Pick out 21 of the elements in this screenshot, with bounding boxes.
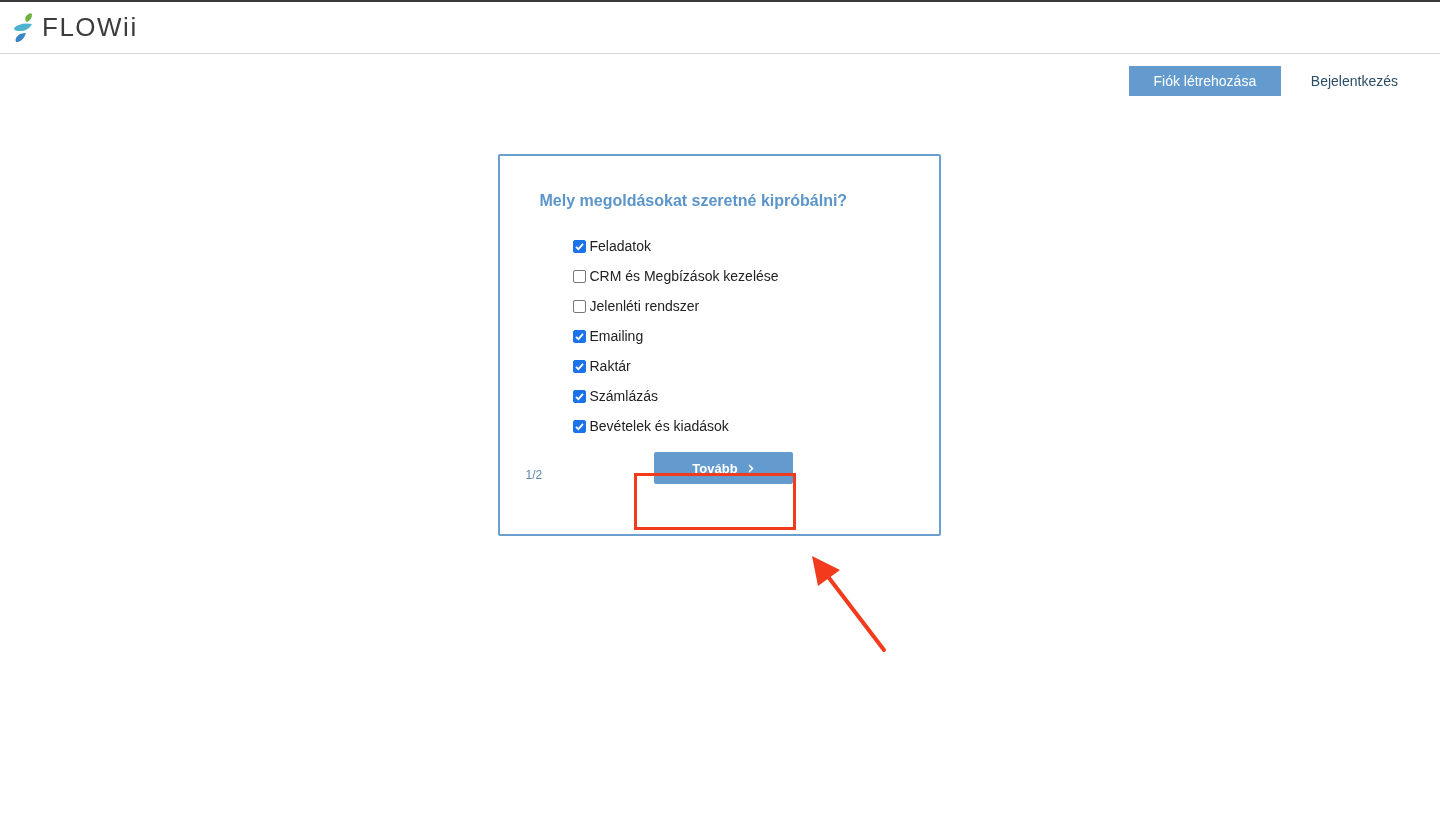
create-account-button[interactable]: Fiók létrehozása	[1128, 66, 1281, 96]
checkbox[interactable]	[572, 389, 586, 403]
logo-text: FLOWii	[42, 12, 138, 43]
option-label: CRM és Megbízások kezelése	[589, 268, 779, 284]
option-label: Számlázás	[589, 388, 658, 404]
option-label: Emailing	[589, 328, 644, 344]
checkbox[interactable]	[572, 419, 586, 433]
option-label: Jelenléti rendszer	[589, 298, 700, 314]
login-link[interactable]: Bejelentkezés	[1310, 67, 1398, 95]
option-label: Raktár	[589, 358, 631, 374]
checkbox[interactable]	[572, 359, 586, 373]
step-counter: 1/2	[525, 468, 543, 482]
next-button[interactable]: Tovább	[653, 452, 793, 484]
checkbox[interactable]	[572, 269, 586, 283]
checkbox[interactable]	[572, 239, 586, 253]
chevron-icon	[747, 463, 754, 473]
checkbox[interactable]	[572, 329, 586, 343]
option-label: Feladatok	[589, 238, 651, 254]
checkbox[interactable]	[572, 299, 586, 313]
card-title: Mely megoldásokat szeretné kipróbálni?	[539, 192, 849, 210]
option-label: Bevételek és kiadások	[589, 418, 729, 434]
